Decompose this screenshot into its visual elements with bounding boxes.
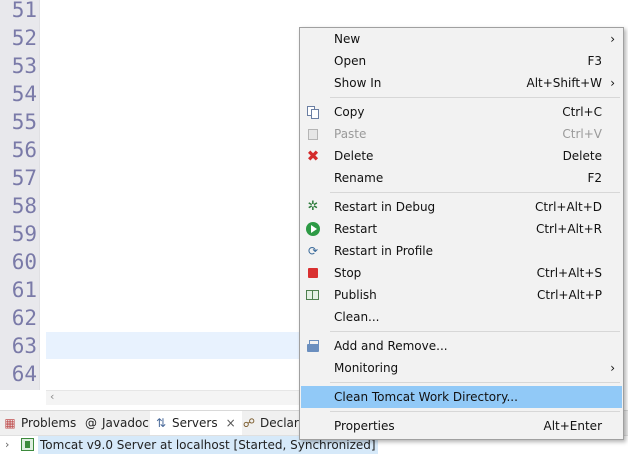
menu-item-shortcut: F3 (587, 54, 602, 68)
tab-declaration[interactable]: ☍ Declara (242, 411, 306, 435)
menu-item-label: Clean... (334, 310, 380, 324)
tab-javadoc[interactable]: @ Javadoc (84, 411, 149, 435)
menu-item-label: Restart (334, 222, 378, 236)
menu-separator (330, 97, 620, 98)
submenu-arrow-icon: › (610, 361, 615, 375)
horizontal-scrollbar[interactable]: ‹ (46, 390, 306, 405)
menu-item-restart-in-debug[interactable]: ✲ Restart in Debug Ctrl+Alt+D (301, 196, 622, 218)
menu-item-label: Copy (334, 105, 365, 119)
menu-item-clean[interactable]: Clean... (301, 306, 622, 328)
submenu-arrow-icon: › (610, 76, 615, 90)
menu-item-stop[interactable]: Stop Ctrl+Alt+S (301, 262, 622, 284)
line-number: 57 (11, 166, 37, 190)
context-menu: New › Open F3 Show In Alt+Shift+W › Copy… (299, 27, 624, 440)
menu-item-shortcut: Alt+Enter (543, 419, 602, 433)
menu-item-label: Delete (334, 149, 374, 163)
menu-item-add-and-remove[interactable]: Add and Remove... (301, 335, 622, 357)
menu-item-shortcut: Ctrl+Alt+D (535, 200, 602, 214)
submenu-arrow-icon: › (610, 32, 615, 46)
restart-icon (306, 222, 320, 236)
menu-item-label: Publish (334, 288, 377, 302)
menu-item-label: Rename (334, 171, 384, 185)
line-number: 62 (11, 306, 37, 330)
menu-item-show-in[interactable]: Show In Alt+Shift+W › (301, 72, 622, 94)
menu-item-label: Monitoring (334, 361, 399, 375)
menu-item-label: Restart in Debug (334, 200, 436, 214)
menu-item-label: Properties (334, 419, 395, 433)
tab-servers[interactable]: ⇅ Servers × (150, 411, 242, 435)
menu-item-rename[interactable]: Rename F2 (301, 167, 622, 189)
line-number: 54 (11, 82, 37, 106)
chevron-right-icon[interactable]: › (5, 435, 9, 455)
menu-item-copy[interactable]: Copy Ctrl+C (301, 101, 622, 123)
tab-label: Servers (172, 416, 218, 430)
line-number: 64 (11, 362, 37, 386)
profile-icon: ⟳ (307, 244, 319, 258)
line-number: 58 (11, 194, 37, 218)
debug-icon: ✲ (307, 199, 319, 214)
menu-item-label: Stop (334, 266, 362, 280)
tab-label: Problems (21, 416, 77, 430)
line-number: 56 (11, 138, 37, 162)
menu-item-label: Restart in Profile (334, 244, 434, 258)
menu-item-new[interactable]: New › (301, 28, 622, 50)
menu-item-label: New (334, 32, 361, 46)
menu-item-shortcut: Ctrl+V (562, 127, 602, 141)
menu-item-restart-in-profile[interactable]: ⟳ Restart in Profile (301, 240, 622, 262)
tab-problems[interactable]: ▦ Problems (3, 411, 76, 435)
menu-item-shortcut: F2 (587, 171, 602, 185)
tab-label: Javadoc (102, 416, 149, 430)
menu-item-label: Clean Tomcat Work Directory... (334, 390, 518, 404)
menu-item-shortcut: Ctrl+Alt+P (537, 288, 602, 302)
tomcat-server-icon (21, 438, 34, 451)
menu-item-shortcut: Ctrl+Alt+S (536, 266, 602, 280)
menu-item-delete[interactable]: ✖ Delete Delete (301, 145, 622, 167)
servers-icon: ⇅ (155, 416, 167, 430)
menu-separator (330, 331, 620, 332)
delete-icon: ✖ (306, 147, 320, 165)
problems-icon: ▦ (4, 416, 16, 430)
stop-icon (306, 266, 320, 280)
menu-item-label: Show In (334, 76, 382, 90)
line-number: 61 (11, 278, 37, 302)
menu-item-label: Paste (334, 127, 367, 141)
menu-item-restart[interactable]: Restart Ctrl+Alt+R (301, 218, 622, 240)
declaration-icon: ☍ (242, 416, 256, 430)
scroll-left-icon[interactable]: ‹ (50, 390, 54, 403)
line-number: 63 (11, 334, 37, 358)
line-number: 53 (11, 54, 37, 78)
paste-icon (306, 127, 320, 141)
menu-item-label: Add and Remove... (334, 339, 448, 353)
menu-separator (330, 382, 620, 383)
menu-item-shortcut: Ctrl+C (562, 105, 602, 119)
line-number-gutter: 51 52 53 54 55 56 57 58 59 60 61 62 63 6… (0, 0, 40, 390)
menu-separator (330, 192, 620, 193)
menu-separator (330, 411, 620, 412)
line-number: 60 (11, 250, 37, 274)
menu-item-monitoring[interactable]: Monitoring › (301, 357, 622, 379)
line-number: 51 (11, 0, 37, 22)
menu-item-shortcut: Ctrl+Alt+R (535, 222, 602, 236)
menu-item-open[interactable]: Open F3 (301, 50, 622, 72)
menu-item-shortcut: Alt+Shift+W (526, 76, 603, 90)
line-number: 55 (11, 110, 37, 134)
menu-item-label: Open (334, 54, 367, 68)
menu-item-clean-tomcat-work-directory[interactable]: Clean Tomcat Work Directory... (301, 386, 622, 408)
menu-item-publish[interactable]: Publish Ctrl+Alt+P (301, 284, 622, 306)
javadoc-icon: @ (85, 416, 97, 430)
menu-item-properties[interactable]: Properties Alt+Enter (301, 415, 622, 437)
close-icon[interactable]: × (226, 411, 236, 435)
menu-item-shortcut: Delete (562, 149, 602, 163)
line-number: 52 (11, 26, 37, 50)
copy-icon (306, 105, 320, 119)
line-number: 59 (11, 222, 37, 246)
current-line-highlight (46, 332, 306, 359)
publish-icon (306, 288, 320, 302)
menu-item-paste[interactable]: Paste Ctrl+V (301, 123, 622, 145)
add-remove-icon (306, 339, 320, 353)
